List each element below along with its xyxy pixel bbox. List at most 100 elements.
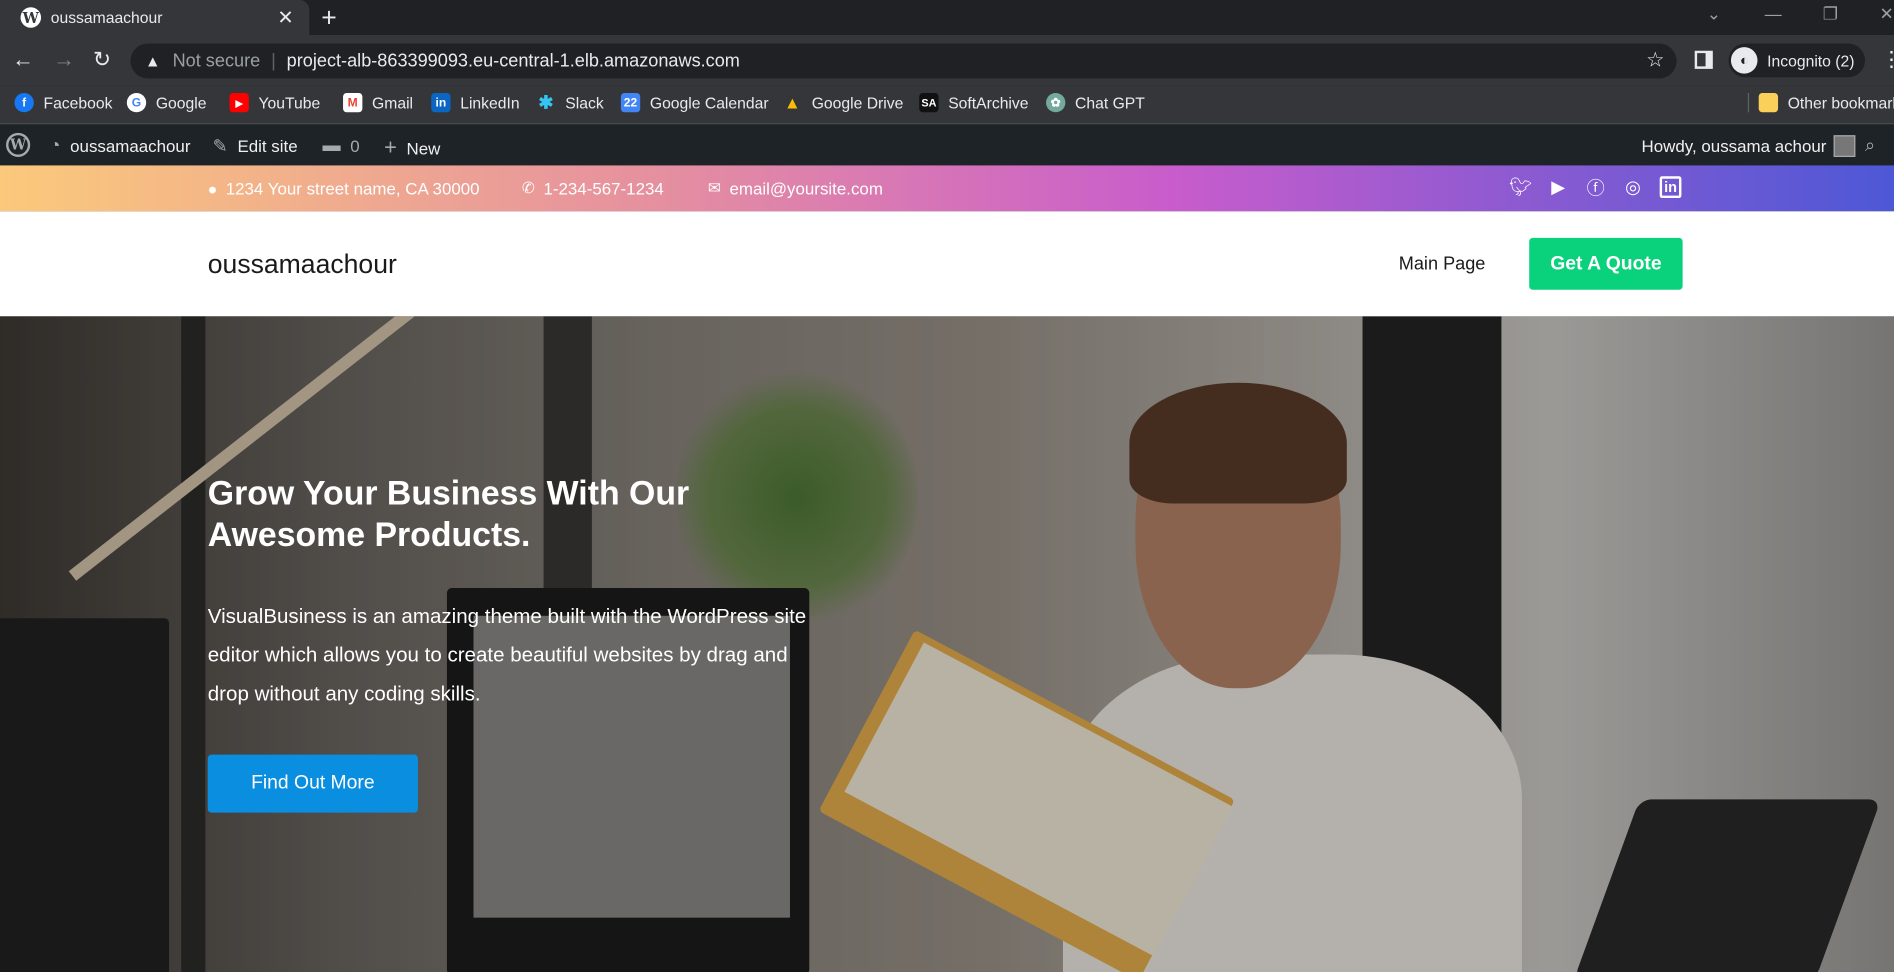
address-text: 1234 Your street name, CA 30000 xyxy=(225,178,480,199)
new-content-link[interactable]: + New xyxy=(384,135,440,160)
bookmark-label: Google xyxy=(155,93,207,112)
find-out-more-button[interactable]: Find Out More xyxy=(207,754,418,813)
browser-tab-strip: W oussamaachour ✕ + ⌄ — ❐ ✕ xyxy=(0,0,1894,36)
bookmark-google-calendar[interactable]: 22 Google Calendar xyxy=(620,92,769,113)
bookmarks-bar: f Facebook G Google ▶ YouTube M Gmail in… xyxy=(0,85,1894,125)
bookmark-google[interactable]: G Google xyxy=(126,92,207,113)
bookmark-google-drive[interactable]: ▲ Google Drive xyxy=(783,92,904,113)
other-bookmarks-label: Other bookmark xyxy=(1787,93,1894,112)
close-window-icon[interactable]: ✕ xyxy=(1880,4,1894,25)
slack-icon: ✱ xyxy=(538,92,554,114)
bookmark-label: Google Calendar xyxy=(649,93,769,112)
admin-site-name-label: oussamaachour xyxy=(70,135,191,156)
hero-section: Grow Your Business With Our Awesome Prod… xyxy=(0,316,1894,972)
browser-menu-icon[interactable]: ⋮ xyxy=(1881,47,1894,72)
avatar xyxy=(1833,135,1856,157)
twitter-icon[interactable]: 🐦︎ xyxy=(1509,176,1532,198)
minimize-icon[interactable]: — xyxy=(1765,4,1782,23)
bookmark-chat-gpt[interactable]: ✿ Chat GPT xyxy=(1046,92,1145,113)
close-tab-icon[interactable]: ✕ xyxy=(277,6,293,30)
bookmark-label: Gmail xyxy=(372,93,414,112)
bookmark-label: Facebook xyxy=(43,93,113,112)
bookmark-gmail[interactable]: M Gmail xyxy=(343,92,414,113)
back-icon[interactable]: ← xyxy=(12,47,34,72)
youtube-icon[interactable]: ▶ xyxy=(1547,176,1569,198)
bookmark-label: Google Drive xyxy=(811,93,904,112)
site-header: oussamaachour Main Page Get A Quote xyxy=(0,211,1894,317)
account-menu[interactable]: Howdy, oussama achour xyxy=(1642,135,1856,157)
chatgpt-icon: ✿ xyxy=(1046,92,1066,113)
warning-icon[interactable]: ▲ xyxy=(145,52,161,70)
browser-toolbar: ← → ↻ ▲ Not secure | project-alb-8633990… xyxy=(0,35,1894,86)
map-marker-icon: ● xyxy=(207,179,218,198)
contact-phone: ✆ 1-234-567-1234 xyxy=(522,179,664,198)
admin-search[interactable]: ⌕ xyxy=(1865,135,1885,156)
contact-bar: ● 1234 Your street name, CA 30000 ✆ 1-23… xyxy=(0,165,1894,212)
wordpress-logo-icon: W xyxy=(6,132,31,157)
nav-main-page[interactable]: Main Page xyxy=(1399,254,1486,275)
forward-icon[interactable]: → xyxy=(53,47,75,72)
youtube-icon: ▶ xyxy=(229,92,249,113)
folder-icon xyxy=(1758,92,1779,113)
bookmark-linkedin[interactable]: in LinkedIn xyxy=(431,92,520,113)
phone-icon: ✆ xyxy=(521,178,535,197)
bookmark-star-icon[interactable]: ☆ xyxy=(1646,48,1664,72)
search-icon: ⌕ xyxy=(1865,135,1876,156)
hero-title: Grow Your Business With Our Awesome Prod… xyxy=(207,474,690,554)
incognito-profile-button[interactable]: ◐ Incognito (2) xyxy=(1728,43,1866,78)
dashboard-icon: ◔ xyxy=(49,135,61,156)
incognito-icon: ◐ xyxy=(1730,47,1758,74)
bookmark-label: YouTube xyxy=(258,93,321,112)
phone-text: 1-234-567-1234 xyxy=(543,178,664,199)
reload-icon[interactable]: ↻ xyxy=(93,47,111,72)
comments-link[interactable]: ▬ 0 xyxy=(323,135,360,156)
bookmark-softarchive[interactable]: SA SoftArchive xyxy=(919,92,1029,113)
email-text: email@yoursite.com xyxy=(729,178,883,199)
bookmark-slack[interactable]: ✱ Slack xyxy=(536,92,604,114)
comments-count: 0 xyxy=(350,135,360,156)
linkedin-icon: in xyxy=(431,92,451,113)
incognito-label: Incognito (2) xyxy=(1767,51,1855,70)
softarchive-icon: SA xyxy=(919,92,939,113)
bookmark-label: LinkedIn xyxy=(460,93,520,112)
bookmark-facebook[interactable]: f Facebook xyxy=(14,92,113,113)
address-bar[interactable]: ▲ Not secure | project-alb-863399093.eu-… xyxy=(130,43,1677,79)
bookmark-label: Slack xyxy=(565,93,604,112)
bookmark-label: Chat GPT xyxy=(1075,93,1145,112)
brush-icon: ✎ xyxy=(212,136,228,157)
admin-site-name[interactable]: ◔ oussamaachour xyxy=(50,135,191,156)
new-label: New xyxy=(406,138,441,158)
google-drive-icon: ▲ xyxy=(784,92,801,113)
plus-icon: + xyxy=(384,135,397,160)
instagram-icon[interactable]: ◎ xyxy=(1622,176,1644,198)
get-a-quote-button[interactable]: Get A Quote xyxy=(1529,237,1683,290)
security-label[interactable]: Not secure xyxy=(173,51,261,72)
side-panel-icon[interactable] xyxy=(1694,50,1713,69)
wordpress-icon: W xyxy=(20,7,42,28)
envelope-icon: ✉ xyxy=(707,178,722,197)
wp-logo-menu[interactable]: W xyxy=(6,132,31,157)
gmail-icon: M xyxy=(343,92,363,113)
other-bookmarks[interactable]: Other bookmark xyxy=(1747,92,1894,113)
contact-email: ✉ email@yoursite.com xyxy=(708,179,883,198)
contact-address: ● 1234 Your street name, CA 30000 xyxy=(208,179,480,198)
edit-site-link[interactable]: ✎ Edit site xyxy=(213,135,298,157)
wp-admin-bar: W ◔ oussamaachour ✎ Edit site ▬ 0 + New … xyxy=(0,124,1894,166)
howdy-greeting: Howdy, oussama achour xyxy=(1641,136,1827,156)
bookmark-youtube[interactable]: ▶ YouTube xyxy=(229,92,321,113)
google-icon: G xyxy=(126,92,147,113)
chevron-down-icon[interactable]: ⌄ xyxy=(1707,4,1721,25)
bookmark-label: SoftArchive xyxy=(948,93,1029,112)
tab-title: oussamaachour xyxy=(50,8,163,27)
url-text[interactable]: project-alb-863399093.eu-central-1.elb.a… xyxy=(287,51,740,72)
linkedin-icon[interactable]: in xyxy=(1659,176,1682,199)
restore-icon[interactable]: ❐ xyxy=(1823,4,1838,25)
site-title[interactable]: oussamaachour xyxy=(208,249,397,280)
omnibox-divider: | xyxy=(271,50,276,72)
new-tab-icon[interactable]: + xyxy=(321,2,337,33)
facebook-icon[interactable]: ⓕ xyxy=(1585,176,1607,199)
facebook-icon: f xyxy=(14,92,34,113)
hero-description: VisualBusiness is an amazing theme built… xyxy=(207,604,807,706)
browser-tab[interactable]: W oussamaachour ✕ xyxy=(0,0,310,36)
edit-site-label: Edit site xyxy=(237,136,298,156)
